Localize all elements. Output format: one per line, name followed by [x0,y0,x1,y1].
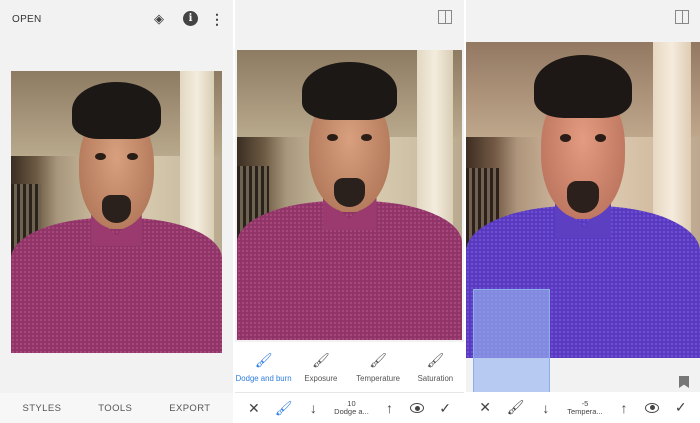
more-vert-icon[interactable]: ⋮ [210,10,224,28]
nav-tools[interactable]: TOOLS [98,403,132,414]
editor-main-panel: OPEN ◈ i ⋮ STYLES TOOLS EXPORT [0,0,233,423]
arrow-down-icon[interactable]: ↓ [304,399,322,417]
photo-canvas[interactable] [237,50,462,340]
compare-icon[interactable] [675,10,689,24]
brush-tool-strip: 🖌 Dodge and burn 🖌 Exposure 🖌 Temperatur… [235,342,464,392]
eye-icon[interactable] [410,403,425,413]
compare-icon[interactable] [438,10,452,24]
eye-icon[interactable] [645,402,660,413]
brush-select-icon[interactable]: 🖌 [507,399,525,417]
bookmark-icon[interactable] [679,376,689,388]
brush-select-icon[interactable]: 🖌 [275,399,293,417]
bottom-nav: STYLES TOOLS EXPORT [0,393,233,423]
action-bar: ✕ 🖌 ↓ -5 Tempera... ↑ ✓ [466,392,700,423]
photo-canvas[interactable] [11,71,222,353]
info-icon[interactable]: i [183,11,198,26]
tool-dodge-and-burn[interactable]: 🖌 Dodge and burn [236,352,292,383]
brush-saturation-icon: 🖌 [426,352,445,368]
close-icon[interactable]: ✕ [245,399,263,417]
action-bar: ✕ 🖌 ↓ 10 Dodge a... ↑ ✓ [235,392,464,423]
check-icon[interactable]: ✓ [672,399,690,417]
nav-styles[interactable]: STYLES [22,403,61,414]
brush-value-display: 10 Dodge a... [334,399,369,416]
brush-ev-icon: 🖌 [311,352,330,368]
brush-value-display: -5 Tempera... [567,398,603,416]
brush-tool-panel: 🖌 Dodge and burn 🖌 Exposure 🖌 Temperatur… [235,0,464,423]
temperature-brush-panel: ✕ 🖌 ↓ -5 Tempera... ↑ ✓ [466,0,700,423]
open-button[interactable]: OPEN [12,14,42,25]
layers-icon[interactable]: ◈ [150,10,168,28]
tool-temperature[interactable]: 🖌 Temperature [350,352,406,383]
arrow-up-icon[interactable]: ↑ [381,399,399,417]
top-bar: OPEN ◈ i ⋮ [0,0,233,40]
brush-icon: 🖌 [254,352,273,368]
close-icon[interactable]: ✕ [476,399,494,417]
tool-exposure[interactable]: 🖌 Exposure [293,352,349,383]
nav-export[interactable]: EXPORT [169,403,210,414]
brush-temperature-icon: 🖌 [369,352,388,368]
arrow-up-icon[interactable]: ↑ [615,399,633,417]
arrow-down-icon[interactable]: ↓ [537,399,555,417]
check-icon[interactable]: ✓ [436,399,454,417]
brush-preview-overlay [473,289,550,393]
tool-saturation[interactable]: 🖌 Saturation [407,352,463,383]
